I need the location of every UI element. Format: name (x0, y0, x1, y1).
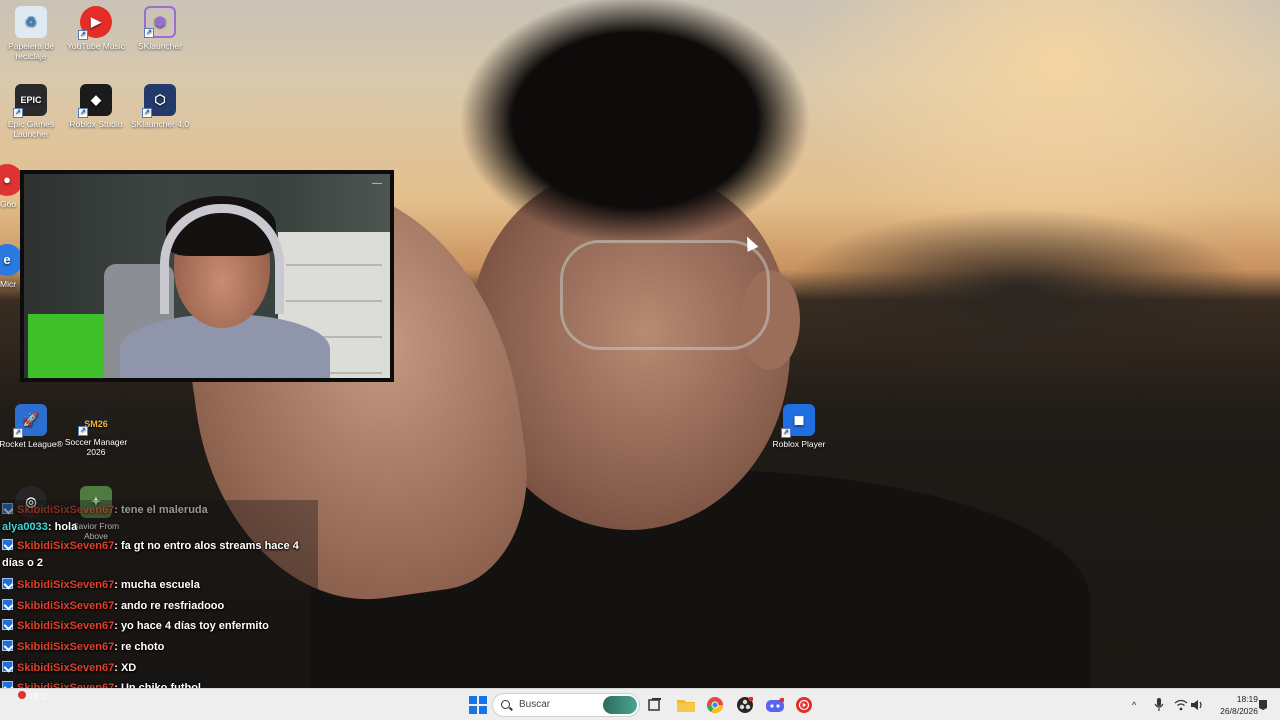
desktop-icon-sklauncher-40[interactable]: ⬡ ↗ SKlauncher 4.0 (125, 84, 195, 129)
cube-icon: ⬢ ↗ (144, 6, 176, 38)
desktop-icon-label: Roblox Player (772, 439, 826, 449)
chat-username: SkibidiSixSeven67 (17, 579, 115, 591)
youtube-music-icon[interactable] (793, 694, 815, 716)
weather-alert-icon (18, 691, 26, 699)
desktop-icon-roblox-studio[interactable]: ◆ ↗ Roblox Studio (61, 84, 131, 129)
roblox-studio-icon: ◆ ↗ (78, 84, 112, 118)
chat-text: : mucha escuela (114, 579, 200, 591)
chat-message: SkibidiSixSeven67: mucha escuela (2, 575, 318, 595)
chat-badge-icon (2, 539, 13, 550)
chat-message: SkibidiSixSeven67: ando re resfriadooo (2, 596, 318, 616)
chrome-icon[interactable] (704, 694, 726, 716)
chat-badge-icon (2, 578, 13, 589)
chat-text: : yo hace 4 días toy enfermito (114, 620, 269, 632)
epic-games-icon: EPIC ↗ (13, 84, 47, 118)
chat-badge-icon (2, 503, 13, 514)
clock-time: 18:19 (1236, 694, 1258, 704)
search-highlight-icon (603, 696, 637, 714)
desktop-icon-roblox-player[interactable]: ◼ ↗ Roblox Player (764, 404, 834, 449)
windows-start-icon[interactable] (467, 694, 489, 716)
desktop-icon-rocket-league[interactable]: 🚀 ↗ Rocket League® (0, 404, 66, 449)
chat-username: SkibidiSixSeven67 (17, 504, 115, 516)
chat-text: : ando re resfriadooo (114, 600, 225, 612)
chat-message: SkibidiSixSeven67: fa gt no entro alos s… (2, 538, 318, 572)
discord-icon[interactable] (764, 694, 786, 716)
search-placeholder: Buscar (519, 699, 551, 710)
desktop-icon-label: Epic Games Launcher (7, 119, 55, 139)
soccer-manager-icon: SM26 ↗ (78, 414, 112, 436)
chat-badge-icon (2, 599, 13, 610)
taskbar: Buscar ^ 18:19 26/8/2026 (0, 688, 1280, 720)
minimize-icon[interactable]: — (372, 178, 382, 189)
chat-username: SkibidiSixSeven67 (17, 600, 115, 612)
desktop-icon-label: SKlauncher 4.0 (130, 119, 190, 129)
webcam-feed: — (24, 174, 390, 378)
chat-username: SkibidiSixSeven67 (17, 540, 115, 552)
weather-widget[interactable]: 18°C (18, 691, 48, 701)
wifi-icon[interactable] (1174, 689, 1188, 720)
tray-overflow-chevron[interactable]: ^ (1132, 689, 1136, 720)
desktop-icon-label: Soccer Manager 2026 (64, 437, 128, 457)
search-icon (501, 700, 510, 709)
clock-date: 26/8/2026 (1220, 706, 1258, 716)
desktop-icon-label: Papelera de reciclaje (8, 41, 54, 61)
chat-username: SkibidiSixSeven67 (17, 662, 115, 674)
chat-badge-icon (2, 640, 13, 651)
wallpaper-trees (760, 170, 1280, 370)
chat-text: : XD (114, 662, 137, 674)
headphones-icon (160, 204, 284, 314)
mic-icon[interactable] (1154, 689, 1164, 720)
roblox-player-icon: ◼ ↗ (781, 404, 815, 438)
webcam-overlay: — (20, 170, 394, 382)
obs-icon[interactable] (734, 694, 756, 716)
task-view-icon[interactable] (644, 694, 666, 716)
weather-temp: 18°C (29, 691, 48, 701)
desktop-icon-epic-games[interactable]: EPIC ↗ Epic Games Launcher (0, 84, 66, 139)
desktop-icon-soccer-manager[interactable]: SM26 ↗ Soccer Manager 2026 (61, 404, 131, 457)
speaker-icon[interactable] (1191, 689, 1205, 720)
chat-message: SkibidiSixSeven67: re choto (2, 637, 318, 657)
desktop-icon-label: SKlauncher (138, 41, 182, 51)
sklauncher-icon: ⬡ ↗ (142, 84, 176, 118)
chat-message: SkibidiSixSeven67: XD (2, 658, 318, 678)
wallpaper-person-hair (460, 0, 810, 240)
desktop-icon-recycle-bin[interactable]: ♻ Papelera de reciclaje (0, 6, 66, 61)
notification-icon[interactable] (1258, 689, 1268, 720)
chat-username: SkibidiSixSeven67 (17, 641, 115, 653)
chat-badge-icon (2, 619, 13, 630)
chat-badge-icon (2, 661, 13, 672)
youtube-music-icon: ▶ ↗ (78, 6, 112, 40)
desktop-icon-label: Rocket League® (0, 439, 63, 449)
chat-text: : tene el maleruda (114, 504, 208, 516)
rocket-league-icon: 🚀 ↗ (13, 404, 47, 438)
chat-text: : re choto (114, 641, 165, 653)
desktop-icon-label: Roblox Studio (69, 119, 123, 129)
desktop-icon-youtube-music[interactable]: ▶ ↗ YouTube Music (61, 6, 131, 51)
chat-message: alya0033: hola (2, 517, 318, 537)
system-clock[interactable]: 18:19 26/8/2026 (1208, 693, 1258, 717)
chat-username: alya0033 (2, 521, 48, 533)
folder-icon[interactable] (675, 694, 697, 716)
desktop-icon-label: YouTube Music (67, 41, 125, 51)
recycle-bin-icon: ♻ (15, 6, 47, 38)
chat-message: SkibidiSixSeven67: yo hace 4 días toy en… (2, 616, 318, 636)
desktop-icon-sklauncher[interactable]: ⬢ ↗ SKlauncher (125, 6, 195, 51)
search-input[interactable]: Buscar (492, 693, 640, 717)
chat-text: : hola (47, 521, 78, 533)
wallpaper-glasses (560, 240, 770, 350)
chat-username: SkibidiSixSeven67 (17, 620, 115, 632)
